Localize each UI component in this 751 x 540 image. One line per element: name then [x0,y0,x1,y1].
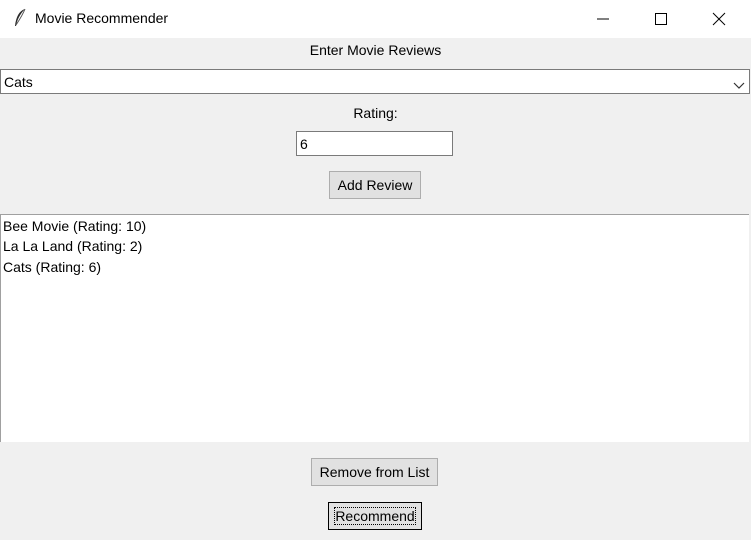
add-review-button[interactable]: Add Review [329,171,421,199]
form-heading: Enter Movie Reviews [309,42,442,58]
reviews-list[interactable]: Bee Movie (Rating: 10) La La Land (Ratin… [0,214,749,442]
window-title: Movie Recommender [35,10,169,26]
list-item[interactable]: Cats (Rating: 6) [3,259,101,275]
rating-label: Rating: [353,105,398,121]
movie-select-value: Cats [4,74,33,90]
minimize-button[interactable] [574,0,632,38]
movie-select[interactable]: Cats [0,69,750,94]
recommend-button-label: Recommend [334,507,416,525]
rating-input[interactable]: 6 [296,131,453,156]
list-item[interactable]: Bee Movie (Rating: 10) [3,218,146,234]
title-bar: Movie Recommender [0,0,751,38]
feather-icon [12,8,28,28]
rating-value: 6 [300,136,308,152]
close-icon [712,12,726,26]
close-button[interactable] [690,0,748,38]
remove-from-list-button[interactable]: Remove from List [311,458,438,486]
chevron-down-icon[interactable] [733,77,745,93]
maximize-icon [655,13,667,25]
list-item[interactable]: La La Land (Rating: 2) [3,238,142,254]
maximize-button[interactable] [632,0,690,38]
minimize-icon [597,18,609,20]
recommend-button[interactable]: Recommend [328,502,422,530]
